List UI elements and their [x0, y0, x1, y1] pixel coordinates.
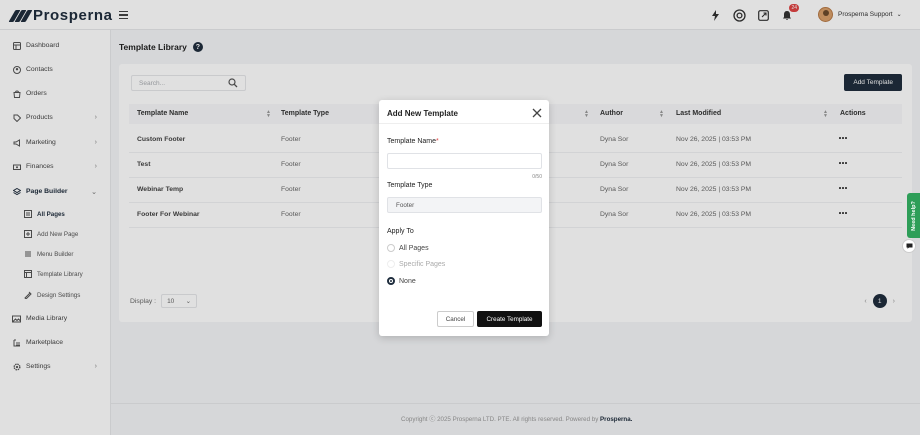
template-name-label-text: Template Name: [387, 138, 437, 145]
template-name-field[interactable]: [387, 153, 542, 169]
cancel-button[interactable]: Cancel: [437, 311, 474, 327]
apply-to-label: Apply To: [387, 228, 414, 235]
radio-label: All Pages: [399, 244, 429, 252]
modal-title: Add New Template: [387, 109, 458, 118]
template-name-label: Template Name*: [387, 138, 439, 145]
template-type-label: Template Type: [387, 182, 433, 189]
radio-all-pages[interactable]: All Pages: [387, 244, 429, 252]
radio-circle: [387, 244, 395, 252]
chat-icon[interactable]: [902, 239, 916, 253]
need-help-tab[interactable]: Need help?: [907, 193, 920, 238]
radio-label: None: [399, 277, 416, 285]
required-marker: *: [436, 138, 439, 145]
radio-circle: [387, 277, 395, 285]
add-template-modal: Add New Template Template Name* 0/50 Tem…: [379, 100, 549, 336]
radio-none[interactable]: None: [387, 277, 416, 285]
radio-circle: [387, 260, 395, 268]
modal-divider: [379, 123, 549, 124]
radio-label: Specific Pages: [399, 260, 446, 268]
need-help-label: Need help?: [910, 200, 917, 231]
character-counter: 0/50: [532, 174, 542, 180]
close-icon[interactable]: [532, 108, 542, 118]
create-template-button[interactable]: Create Template: [477, 311, 542, 327]
template-type-field: Footer: [387, 197, 542, 213]
radio-specific-pages: Specific Pages: [387, 260, 445, 268]
